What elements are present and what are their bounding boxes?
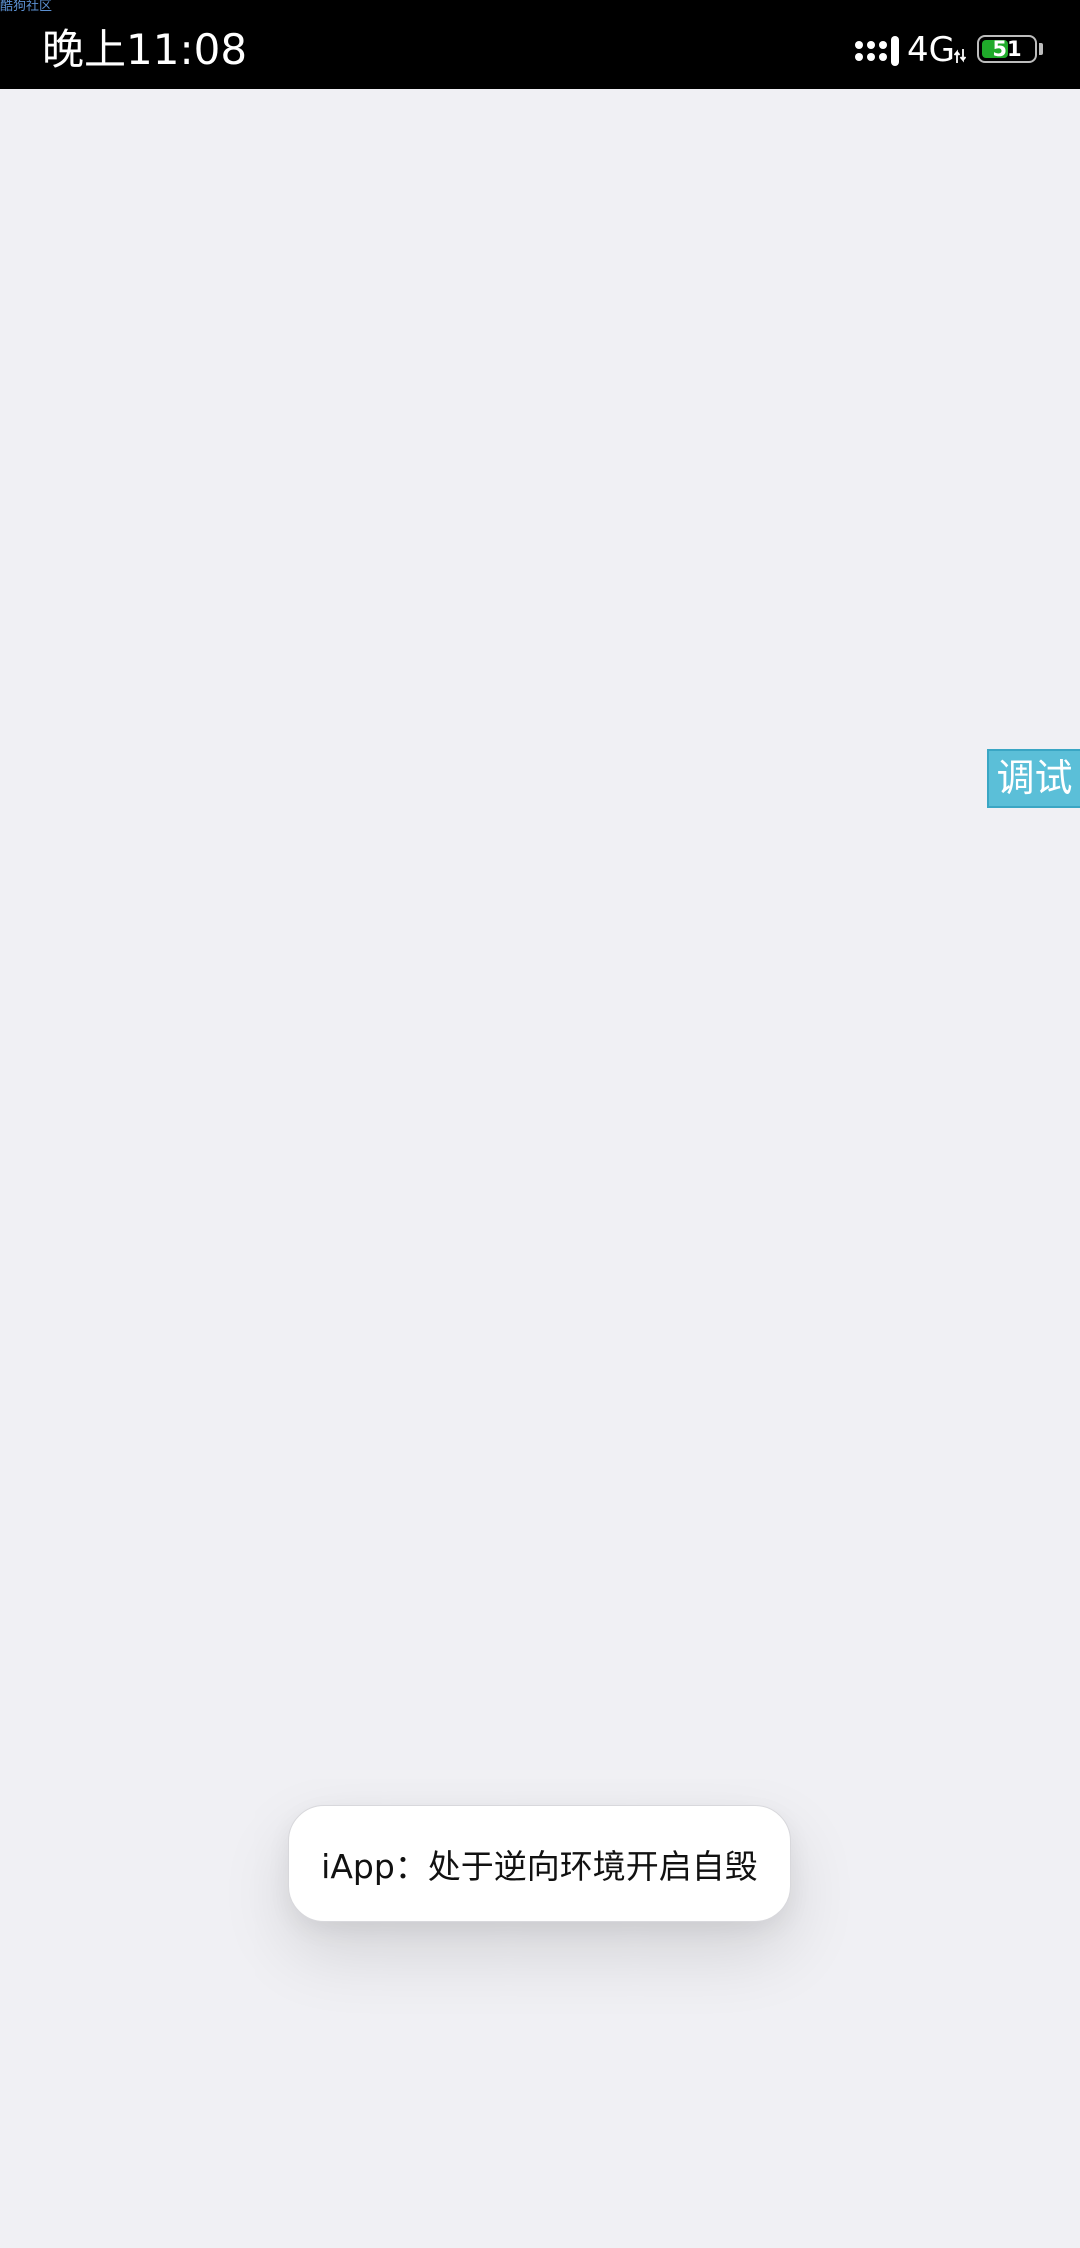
toast-text: iApp：处于逆向环境开启自毁 bbox=[321, 1846, 758, 1886]
status-bar: 晚上11:08 4G 51 bbox=[0, 0, 1080, 89]
battery-percentage: 51 bbox=[992, 37, 1022, 61]
toast-message: iApp：处于逆向环境开启自毁 bbox=[288, 1805, 791, 1922]
data-activity-icon bbox=[954, 49, 966, 63]
status-time: 晚上11:08 bbox=[42, 25, 248, 74]
network-type-label: 4G bbox=[907, 30, 955, 70]
battery-icon: 51 bbox=[977, 35, 1037, 63]
debug-button[interactable]: 调试 bbox=[987, 749, 1080, 808]
watermark-label: 酷狗社区 bbox=[0, 0, 53, 14]
battery-tip bbox=[1039, 43, 1043, 55]
cellular-signal-icon bbox=[855, 36, 899, 66]
